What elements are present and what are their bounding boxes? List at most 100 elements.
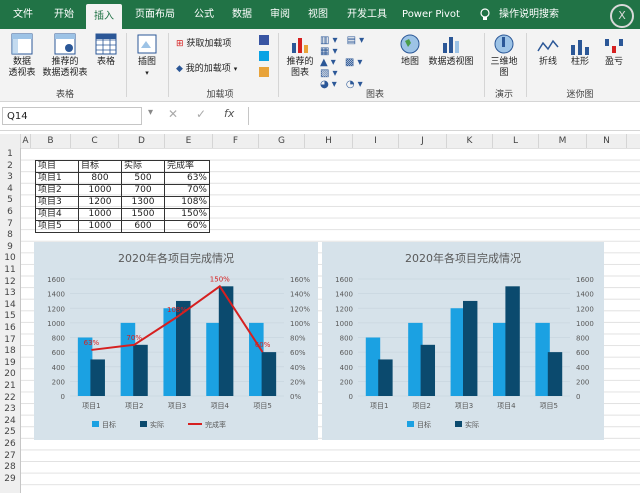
tab-formulas[interactable]: 公式 <box>186 0 222 29</box>
tell-me-search[interactable]: 操作说明搜索 <box>496 0 562 29</box>
row-header[interactable]: 20 <box>0 368 20 380</box>
enter-icon[interactable]: ✓ <box>196 107 206 121</box>
row-header[interactable]: 1 <box>0 148 20 160</box>
table-cell[interactable]: 1200 <box>78 196 122 209</box>
tab-page-layout[interactable]: 页面布局 <box>128 0 182 29</box>
row-header[interactable]: 16 <box>0 322 20 334</box>
row-header[interactable]: 3 <box>0 171 20 183</box>
select-all-corner[interactable] <box>0 134 21 148</box>
table-cell[interactable]: 1500 <box>121 208 165 221</box>
row-header[interactable]: 15 <box>0 310 20 322</box>
bing-icon[interactable] <box>258 51 270 65</box>
get-addins-button[interactable]: ⊞ 获取加载项 <box>176 39 256 50</box>
tab-data[interactable]: 数据 <box>224 0 260 29</box>
pivottable-button[interactable]: 数据 透视表 <box>4 33 40 79</box>
column-header[interactable]: D <box>119 134 165 148</box>
row-header[interactable]: 25 <box>0 426 20 438</box>
column-header[interactable]: I <box>353 134 399 148</box>
row-header[interactable]: 13 <box>0 287 20 299</box>
table-header-cell[interactable]: 实际 <box>121 160 165 173</box>
table-cell[interactable]: 项目5 <box>35 220 79 233</box>
3d-map-button[interactable]: 三维地 图 <box>488 33 520 79</box>
illustrations-button[interactable]: 插图 ▾ <box>132 33 162 79</box>
column-header[interactable]: J <box>399 134 447 148</box>
table-cell[interactable]: 1000 <box>78 184 122 197</box>
formula-input[interactable] <box>248 107 640 125</box>
table-button[interactable]: 表格 <box>90 33 122 68</box>
row-header[interactable]: 17 <box>0 334 20 346</box>
maps-button[interactable]: 地图 <box>396 33 424 68</box>
people-graph-icon[interactable] <box>258 67 270 81</box>
table-cell[interactable]: 70% <box>164 184 210 197</box>
sparkline-column-button[interactable]: 柱形 <box>566 37 594 68</box>
my-addins-button[interactable]: ◆ 我的加载项 ▾ <box>176 64 256 75</box>
column-header[interactable]: C <box>71 134 119 148</box>
table-cell[interactable]: 800 <box>78 172 122 185</box>
row-header[interactable]: 4 <box>0 183 20 195</box>
tab-review[interactable]: 审阅 <box>262 0 298 29</box>
table-header-cell[interactable]: 目标 <box>78 160 122 173</box>
insert-function-button[interactable]: fx <box>224 107 234 120</box>
pivot-chart-button[interactable]: 数据透视图 <box>426 33 476 68</box>
name-box[interactable]: Q14 <box>2 107 142 125</box>
row-header[interactable]: 29 <box>0 473 20 485</box>
row-header[interactable]: 6 <box>0 206 20 218</box>
tab-file[interactable]: 文件 <box>6 0 40 29</box>
table-cell[interactable]: 项目2 <box>35 184 79 197</box>
row-header[interactable]: 26 <box>0 438 20 450</box>
column-header[interactable]: K <box>447 134 493 148</box>
row-header[interactable]: 11 <box>0 264 20 276</box>
combo-chart[interactable]: 2020年各项目完成情况 0 200 400 600 800 1000 1200 1400 16… <box>34 242 318 440</box>
table-cell[interactable]: 108% <box>164 196 210 209</box>
row-header[interactable]: 19 <box>0 357 20 369</box>
column-header[interactable]: L <box>493 134 539 148</box>
cancel-icon[interactable]: ✕ <box>168 107 178 121</box>
row-header[interactable]: 21 <box>0 380 20 392</box>
tab-view[interactable]: 视图 <box>300 0 336 29</box>
row-header[interactable]: 12 <box>0 276 20 288</box>
table-cell[interactable]: 1300 <box>121 196 165 209</box>
row-header[interactable]: 27 <box>0 450 20 462</box>
name-box-dropdown-icon[interactable]: ▾ <box>148 107 153 118</box>
row-header[interactable]: 14 <box>0 299 20 311</box>
table-header-cell[interactable]: 项目 <box>35 160 79 173</box>
row-header[interactable]: 18 <box>0 345 20 357</box>
chart-type-gallery[interactable]: ▥▾ ▤▾ ▦▾ ▲▾ ▩▾ ▧▾ ◕▾ ◔▾ <box>320 35 390 90</box>
column-header[interactable]: H <box>305 134 353 148</box>
column-header[interactable]: F <box>213 134 259 148</box>
table-cell[interactable]: 150% <box>164 208 210 221</box>
column-header[interactable]: E <box>165 134 213 148</box>
row-header[interactable]: 28 <box>0 461 20 473</box>
column-header[interactable]: M <box>539 134 587 148</box>
row-header[interactable]: 5 <box>0 194 20 206</box>
row-header[interactable]: 8 <box>0 229 20 241</box>
column-header[interactable]: G <box>259 134 305 148</box>
sparkline-winloss-button[interactable]: 盈亏 <box>600 37 628 68</box>
row-header[interactable]: 24 <box>0 415 20 427</box>
row-header[interactable]: 23 <box>0 403 20 415</box>
column-header[interactable]: B <box>31 134 71 148</box>
column-header[interactable]: A <box>21 134 31 148</box>
recommended-pivottables-button[interactable]: 推荐的 数据透视表 <box>40 33 90 79</box>
tab-developer[interactable]: 开发工具 <box>340 0 394 29</box>
row-header[interactable]: 7 <box>0 218 20 230</box>
visio-icon[interactable] <box>258 35 270 49</box>
table-cell[interactable]: 500 <box>121 172 165 185</box>
tab-power-pivot[interactable]: Power Pivot <box>398 0 464 29</box>
table-cell[interactable]: 1000 <box>78 220 122 233</box>
column-header[interactable]: N <box>587 134 627 148</box>
tab-home[interactable]: 开始 <box>46 0 82 29</box>
row-header[interactable]: 9 <box>0 241 20 253</box>
row-header[interactable]: 22 <box>0 392 20 404</box>
table-cell[interactable]: 项目4 <box>35 208 79 221</box>
column-chart[interactable]: 2020年各项目完成情况 0 200 400 600 800 1000 1200 1400 16… <box>322 242 604 440</box>
row-header[interactable]: 2 <box>0 160 20 172</box>
tab-insert[interactable]: 插入 <box>86 4 122 29</box>
table-cell[interactable]: 项目1 <box>35 172 79 185</box>
table-cell[interactable]: 600 <box>121 220 165 233</box>
table-cell[interactable]: 项目3 <box>35 196 79 209</box>
row-header[interactable]: 10 <box>0 252 20 264</box>
table-cell[interactable]: 700 <box>121 184 165 197</box>
sparkline-line-button[interactable]: 折线 <box>534 37 562 68</box>
table-cell[interactable]: 1000 <box>78 208 122 221</box>
